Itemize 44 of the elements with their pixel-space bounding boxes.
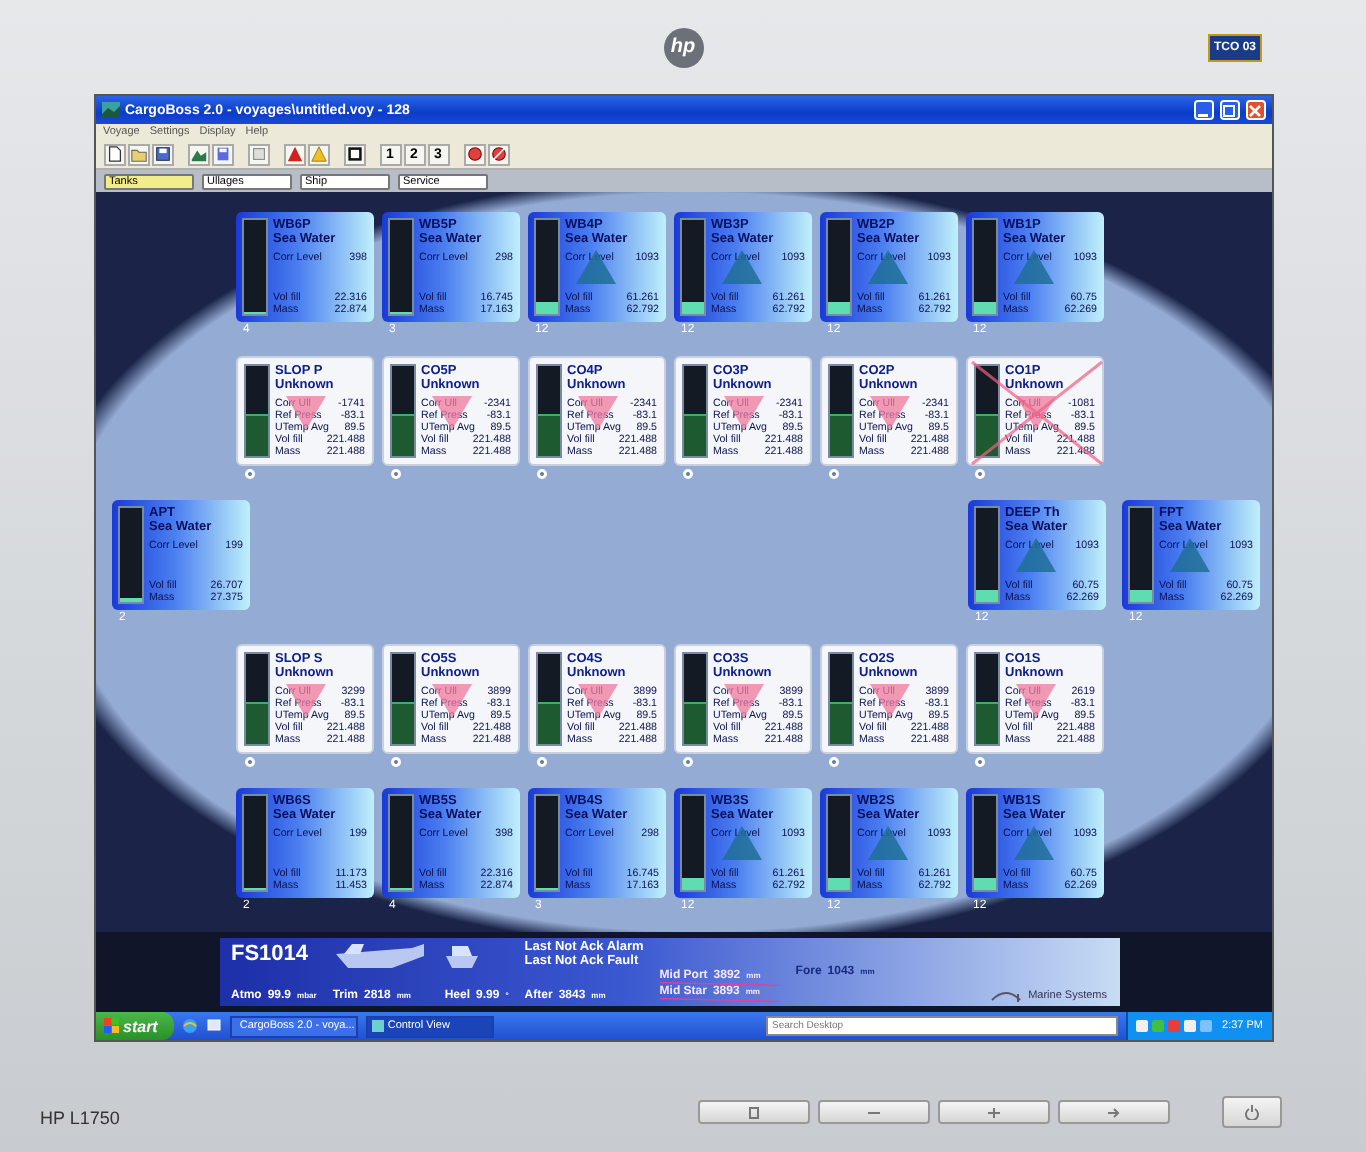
model-label: HP L1750	[40, 1108, 120, 1128]
new-document-button[interactable]	[103, 143, 125, 165]
cancel-button[interactable]	[487, 143, 509, 165]
menu-hardware-button[interactable]	[698, 1100, 810, 1124]
app-icon	[101, 102, 119, 118]
station-id: FS1014	[231, 942, 311, 966]
browser-icon	[181, 1018, 198, 1034]
record-button[interactable]	[463, 143, 485, 165]
square-icon	[744, 1105, 764, 1119]
maximize-button[interactable]	[1219, 100, 1239, 120]
brand-logo-icon	[990, 988, 1023, 1002]
plus-icon	[984, 1105, 1004, 1119]
open-button[interactable]	[127, 143, 149, 165]
circle-icon	[465, 144, 483, 164]
disk-button[interactable]	[211, 143, 233, 165]
save-button[interactable]	[151, 143, 173, 165]
crossed-circle-icon	[489, 144, 507, 164]
stop-button[interactable]	[343, 143, 365, 165]
power-button[interactable]	[1222, 1096, 1282, 1128]
input-hardware-button[interactable]	[1058, 1100, 1170, 1124]
desktop-icon	[205, 1018, 222, 1034]
chart-button[interactable]	[187, 143, 209, 165]
minimize-button[interactable]	[1193, 100, 1213, 120]
input-icon	[1104, 1105, 1124, 1119]
power-icon	[1244, 1104, 1260, 1120]
window-icon	[371, 1020, 384, 1032]
start-label: start	[123, 1017, 158, 1035]
floppy-icon	[213, 144, 231, 164]
down-hardware-button[interactable]	[818, 1100, 930, 1124]
up-hardware-button[interactable]	[938, 1100, 1050, 1124]
close-button[interactable]	[1245, 100, 1265, 120]
fault-button[interactable]	[307, 143, 329, 165]
view-button[interactable]	[247, 143, 269, 165]
frame-icon	[249, 144, 267, 164]
square-icon	[345, 144, 363, 164]
ship-front-drawing	[444, 942, 481, 970]
close-icon	[1248, 103, 1262, 117]
alarm-button[interactable]	[283, 143, 305, 165]
folder-icon	[129, 144, 147, 164]
maximize-icon	[1222, 103, 1236, 117]
ship-side-drawing	[332, 942, 429, 970]
document-icon	[105, 144, 123, 164]
brand-logo: hp	[663, 27, 703, 67]
windows-logo-icon	[103, 1018, 119, 1034]
